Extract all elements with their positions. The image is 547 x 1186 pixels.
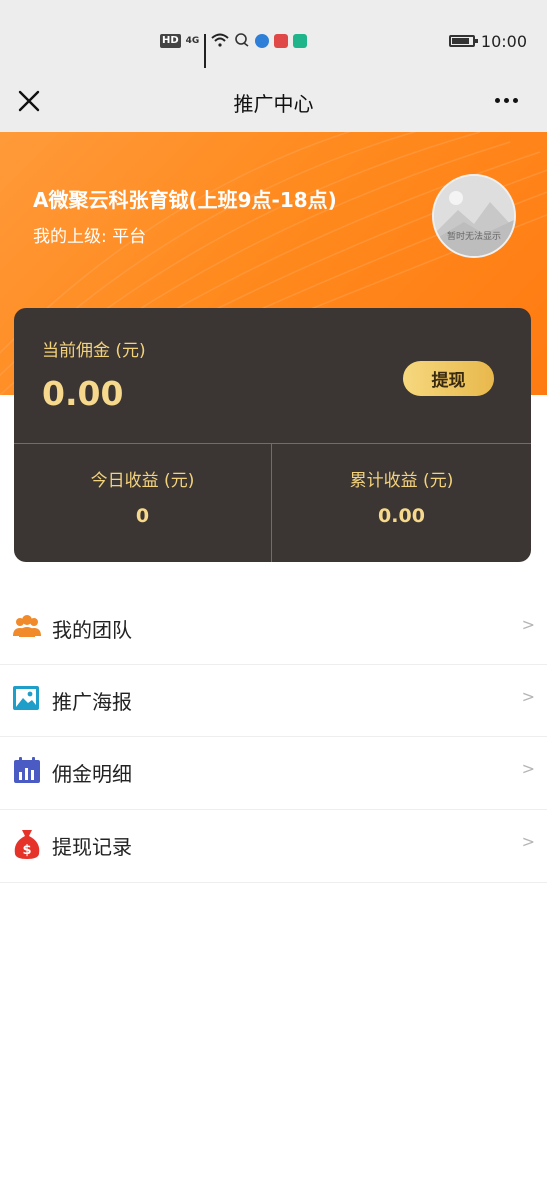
menu-item-my-team[interactable]: 我的团队 > (0, 593, 547, 665)
total-earnings-value: 0.00 (378, 505, 425, 527)
menu-list: 我的团队 > 推广海报 > 佣金明细 > $ 提现记录 > (0, 593, 547, 883)
navbar: 推广中心 (0, 76, 547, 132)
money-bag-icon: $ (12, 828, 42, 859)
menu-item-commission-details[interactable]: 佣金明细 > (0, 737, 547, 810)
current-commission-label: 当前佣金 (元) (42, 341, 146, 361)
menu-item-label: 佣金明细 (52, 762, 132, 786)
today-earnings-label: 今日收益 (元) (90, 471, 195, 491)
total-earnings-label: 累计收益 (元) (349, 471, 454, 491)
withdraw-button[interactable]: 提现 (403, 361, 494, 396)
chevron-right-icon: > (521, 759, 535, 778)
menu-item-label: 我的团队 (52, 618, 132, 642)
commission-card: 当前佣金 (元) 0.00 提现 今日收益 (元) 0 累计收益 (元) 0.0… (14, 308, 531, 562)
hd-badge: HD (160, 34, 181, 48)
team-icon (12, 611, 42, 641)
more-dot-icon (504, 97, 509, 103)
svg-text:$: $ (22, 843, 31, 858)
username: A微聚云科张育钺(上班9点-18点) (33, 188, 337, 212)
avatar-placeholder-text: 暂时无法显示 (446, 232, 501, 242)
chevron-right-icon: > (521, 687, 535, 706)
battery-icon (448, 35, 478, 47)
today-earnings-value: 0 (135, 505, 150, 527)
superior-label: 我的上级: 平台 (33, 227, 147, 247)
calendar-icon (12, 755, 42, 785)
status-right: 10:00 (448, 30, 527, 52)
status-icons: HD 4G (160, 30, 308, 68)
page-title: 推广中心 (233, 92, 314, 116)
menu-item-withdraw-records[interactable]: $ 提现记录 > (0, 810, 547, 883)
clock: 10:00 (480, 31, 527, 51)
more-dot-icon (495, 97, 500, 103)
menu-item-label: 推广海报 (52, 690, 132, 714)
signal-icon (204, 34, 207, 68)
wifi-icon (211, 32, 229, 51)
poster-icon (12, 683, 42, 713)
browser-app-icon (255, 34, 270, 48)
today-earnings: 今日收益 (元) 0 (14, 443, 271, 562)
chat-icon (234, 32, 250, 51)
current-commission-value: 0.00 (42, 374, 124, 413)
total-earnings: 累计收益 (元) 0.00 (272, 443, 531, 562)
green-app-icon (293, 34, 308, 48)
chevron-right-icon: > (521, 615, 535, 634)
red-app-icon (274, 34, 289, 48)
network-type: 4G (185, 36, 200, 46)
chevron-right-icon: > (521, 832, 535, 851)
avatar[interactable]: 暂时无法显示 (432, 174, 516, 258)
image-placeholder-icon (434, 176, 514, 256)
status-bar: HD 4G 10:00 (0, 0, 547, 76)
more-button[interactable] (495, 88, 525, 112)
more-dot-icon (513, 97, 518, 103)
menu-item-label: 提现记录 (52, 835, 132, 859)
menu-item-poster[interactable]: 推广海报 > (0, 665, 547, 737)
